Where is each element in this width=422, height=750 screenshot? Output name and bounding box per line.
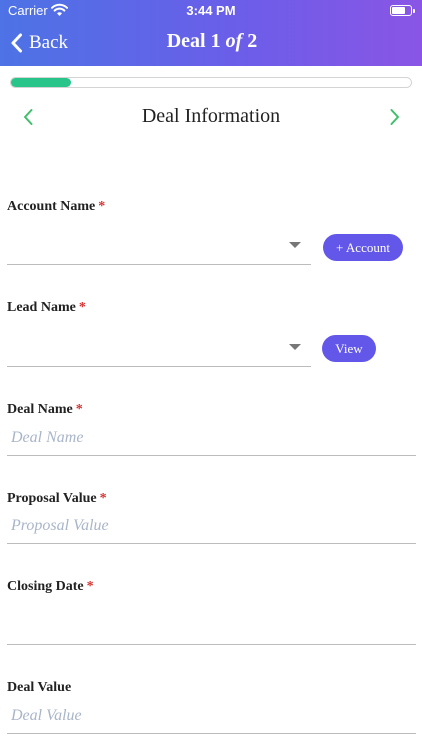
dropdown-caret-icon xyxy=(289,242,301,248)
section-title: Deal Information xyxy=(141,105,281,127)
progress-fill xyxy=(11,78,71,87)
page-title: Deal 1 of 2 xyxy=(0,30,422,53)
header-bar: Carrier 3:44 PM Back Deal 1 of 2 xyxy=(0,0,422,66)
account-name-label: Account Name * xyxy=(7,199,106,214)
title-deal-index: Deal 1 xyxy=(166,30,221,52)
deal-value-field[interactable] xyxy=(7,698,416,734)
required-marker: * xyxy=(75,402,83,417)
deal-value-label: Deal Value xyxy=(7,680,72,695)
dropdown-caret-icon xyxy=(289,344,301,350)
next-section-icon[interactable] xyxy=(389,108,401,126)
view-lead-button[interactable]: View xyxy=(322,335,376,362)
proposal-value-field[interactable] xyxy=(7,508,416,544)
status-bar: Carrier 3:44 PM xyxy=(0,0,422,22)
required-marker: * xyxy=(99,491,107,506)
battery-icon xyxy=(390,5,415,16)
closing-date-field[interactable] xyxy=(7,609,416,645)
clock-time: 3:44 PM xyxy=(186,3,236,18)
lead-name-label: Lead Name * xyxy=(7,300,86,315)
required-marker: * xyxy=(98,199,106,214)
progress-bar xyxy=(10,77,412,88)
add-account-button[interactable]: + Account xyxy=(323,234,403,261)
section-header: Deal Information xyxy=(0,100,422,134)
deal-value-input[interactable] xyxy=(7,698,416,733)
title-deal-total: 2 xyxy=(247,30,258,52)
proposal-value-input[interactable] xyxy=(7,508,416,543)
closing-date-label: Closing Date * xyxy=(7,579,94,594)
deal-name-field[interactable] xyxy=(7,420,416,456)
lead-name-select[interactable] xyxy=(7,331,311,367)
deal-name-input[interactable] xyxy=(7,420,416,455)
required-marker: * xyxy=(86,579,94,594)
deal-name-label: Deal Name * xyxy=(7,402,83,417)
proposal-value-label: Proposal Value * xyxy=(7,491,107,506)
title-of: of xyxy=(225,30,243,52)
account-name-select[interactable] xyxy=(7,229,311,265)
required-marker: * xyxy=(78,300,86,315)
